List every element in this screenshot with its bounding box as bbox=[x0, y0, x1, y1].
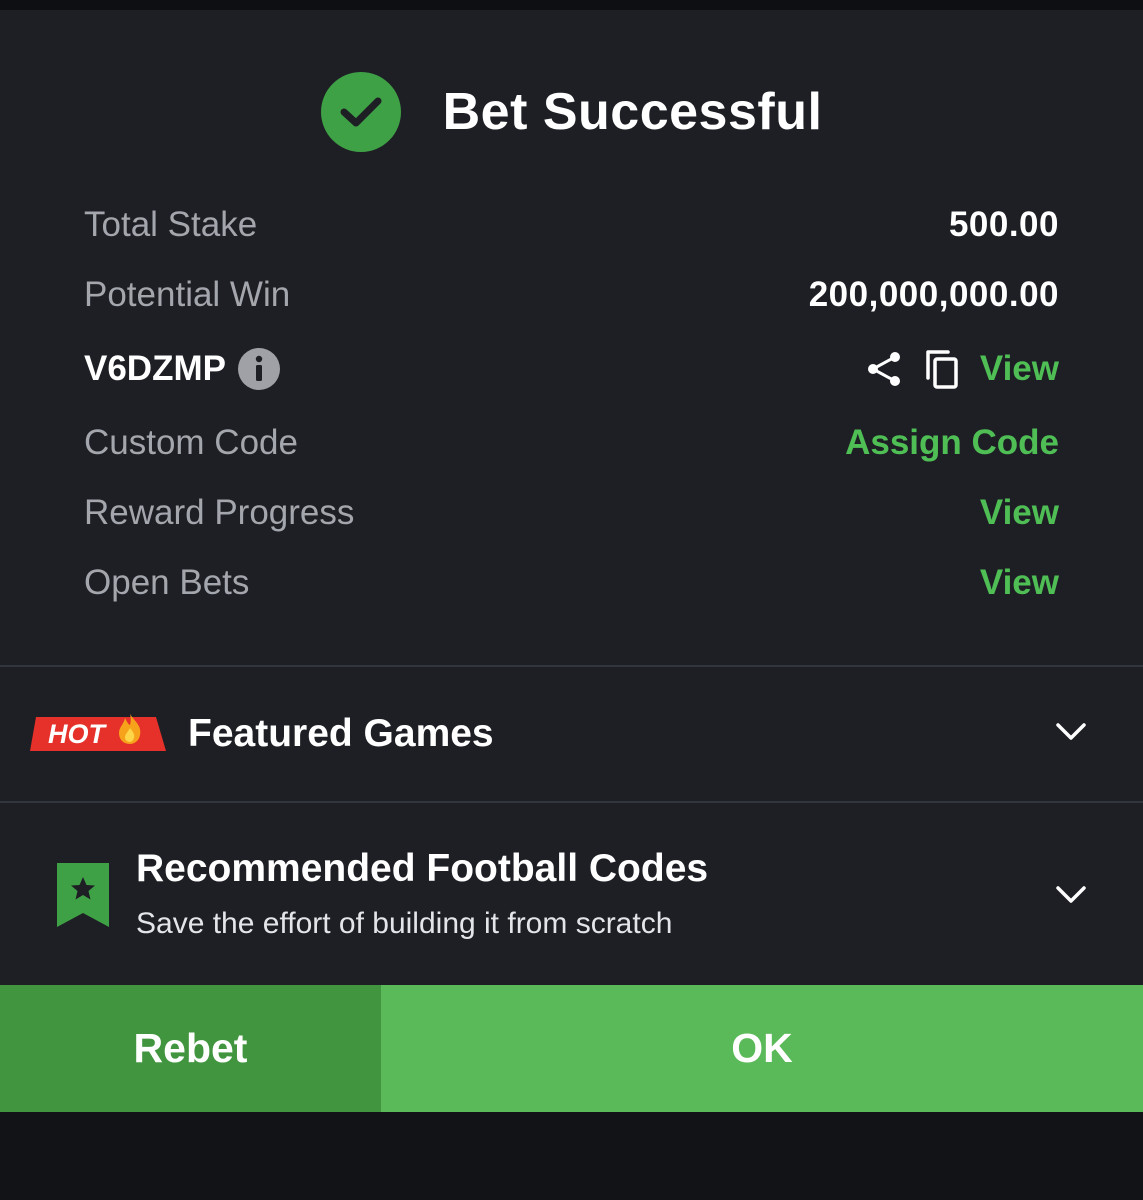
potential-win-value: 200,000,000.00 bbox=[808, 275, 1059, 314]
fire-icon bbox=[119, 714, 141, 744]
rebet-button[interactable]: Rebet bbox=[0, 985, 381, 1112]
copy-icon[interactable] bbox=[922, 348, 962, 390]
total-stake-label: Total Stake bbox=[84, 205, 258, 244]
booking-code: V6DZMP bbox=[84, 349, 226, 388]
page-title: Bet Successful bbox=[442, 83, 823, 141]
custom-code-row: Custom Code Assign Code bbox=[84, 408, 1059, 478]
bookmark-star-icon bbox=[57, 863, 109, 932]
info-icon[interactable] bbox=[237, 348, 280, 390]
hot-badge-label: HOT bbox=[48, 719, 105, 749]
featured-games-title: Featured Games bbox=[188, 712, 494, 755]
assign-code-link[interactable]: Assign Code bbox=[845, 423, 1059, 463]
reward-progress-view-link[interactable]: View bbox=[980, 493, 1059, 533]
check-circle-icon bbox=[320, 72, 401, 152]
booking-view-link[interactable]: View bbox=[980, 349, 1059, 389]
bet-details: Total Stake 500.00 Potential Win 200,000… bbox=[84, 190, 1059, 618]
potential-win-row: Potential Win 200,000,000.00 bbox=[84, 260, 1059, 330]
recommended-subtitle: Save the effort of building it from scra… bbox=[136, 907, 673, 940]
header: Bet Successful bbox=[0, 72, 1143, 152]
chevron-down-icon[interactable] bbox=[1055, 722, 1087, 747]
total-stake-row: Total Stake 500.00 bbox=[84, 190, 1059, 260]
custom-code-label: Custom Code bbox=[84, 423, 298, 462]
booking-code-actions: View bbox=[864, 348, 1059, 390]
recommended-codes-section[interactable]: Recommended Football Codes Save the effo… bbox=[0, 803, 1143, 983]
hot-badge: HOT bbox=[30, 714, 166, 751]
chevron-down-icon[interactable] bbox=[1055, 885, 1087, 910]
ok-button[interactable]: OK bbox=[381, 985, 1143, 1112]
open-bets-label: Open Bets bbox=[84, 563, 250, 602]
recommended-title: Recommended Football Codes bbox=[136, 847, 709, 890]
share-icon[interactable] bbox=[864, 349, 904, 389]
potential-win-label: Potential Win bbox=[84, 275, 291, 314]
bet-success-sheet: Bet Successful Total Stake 500.00 Potent… bbox=[0, 10, 1143, 1112]
open-bets-view-link[interactable]: View bbox=[980, 563, 1059, 603]
reward-progress-row: Reward Progress View bbox=[84, 478, 1059, 548]
open-bets-row: Open Bets View bbox=[84, 548, 1059, 618]
action-buttons: Rebet OK bbox=[0, 985, 1143, 1112]
reward-progress-label: Reward Progress bbox=[84, 493, 355, 532]
booking-code-group: V6DZMP bbox=[84, 348, 280, 390]
booking-code-row: V6DZMP View bbox=[84, 330, 1059, 408]
top-bar bbox=[0, 0, 1143, 10]
featured-games-section[interactable]: HOT Featured Games bbox=[0, 667, 1143, 801]
total-stake-value: 500.00 bbox=[948, 205, 1059, 244]
